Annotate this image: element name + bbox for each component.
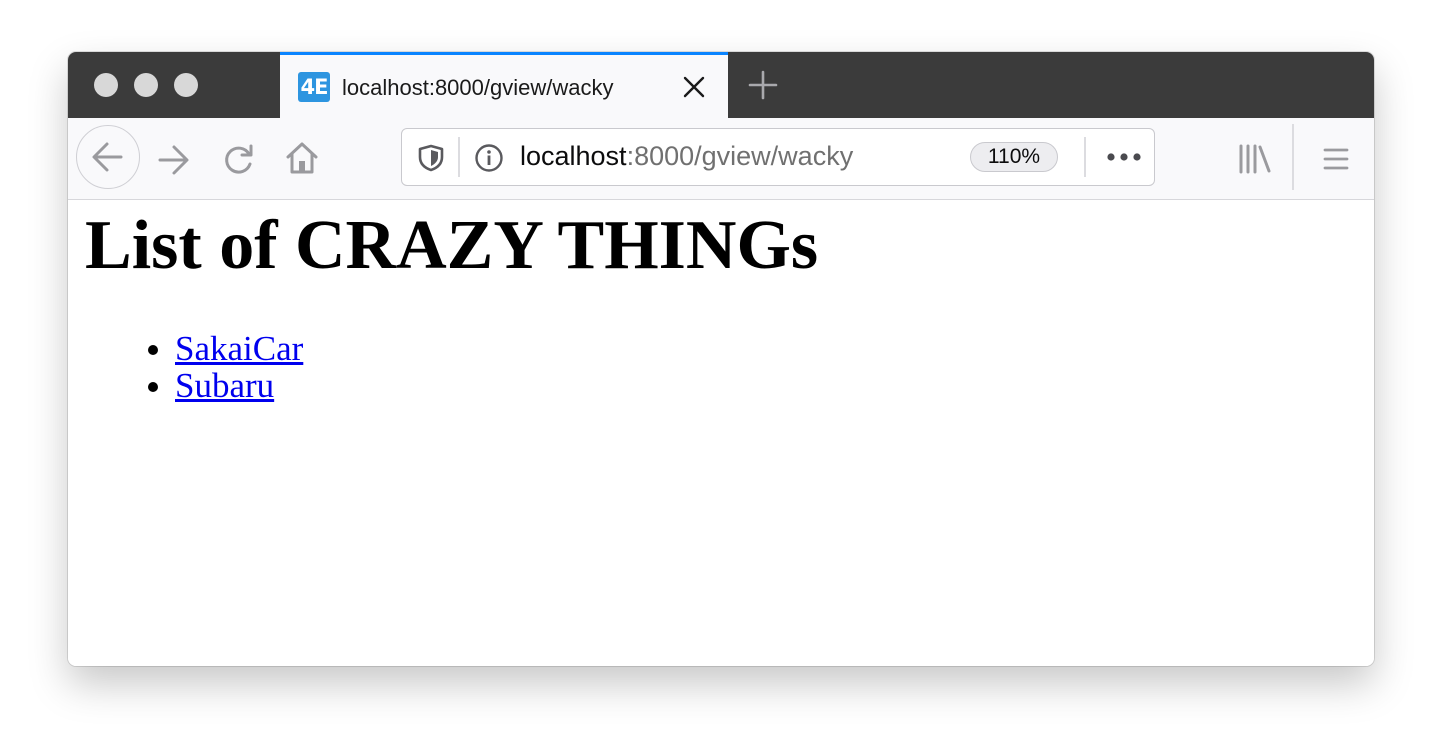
more-dots-icon[interactable] bbox=[1106, 152, 1142, 162]
tab-active[interactable]: 4E localhost:8000/gview/wacky bbox=[280, 52, 728, 118]
sakaicar-link[interactable]: SakaiCar bbox=[175, 329, 303, 368]
url-text[interactable]: localhost:8000/gview/wacky bbox=[520, 141, 853, 172]
tab-title: localhost:8000/gview/wacky bbox=[342, 75, 614, 100]
reload-icon[interactable] bbox=[222, 142, 256, 176]
nav-toolbar: localhost:8000/gview/wacky 110% bbox=[68, 118, 1374, 200]
address-bar[interactable]: localhost:8000/gview/wacky 110% bbox=[401, 128, 1155, 186]
back-button[interactable] bbox=[76, 125, 140, 189]
page-content: List of CRAZY THINGs SakaiCar Subaru bbox=[68, 200, 1374, 666]
hamburger-menu-icon[interactable] bbox=[1323, 146, 1349, 172]
browser-window: 4E localhost:8000/gview/wacky localhost:… bbox=[68, 52, 1374, 666]
zoom-reset-button[interactable]: 110% bbox=[970, 142, 1058, 172]
plus-icon[interactable] bbox=[748, 70, 778, 100]
url-host: localhost bbox=[520, 141, 627, 171]
site-info-icon[interactable] bbox=[474, 143, 504, 173]
list-item: Subaru bbox=[175, 367, 303, 404]
forward-arrow-icon[interactable] bbox=[156, 142, 192, 178]
tracking-protection-shield-icon[interactable] bbox=[418, 144, 444, 172]
toolbar-separator bbox=[1292, 124, 1294, 190]
url-path: :8000/gview/wacky bbox=[626, 141, 854, 171]
library-icon[interactable] bbox=[1238, 144, 1272, 174]
crazy-things-list: SakaiCar Subaru bbox=[108, 330, 303, 404]
home-icon[interactable] bbox=[284, 140, 320, 176]
minimize-window-button[interactable] bbox=[134, 73, 158, 97]
tab-strip: 4E localhost:8000/gview/wacky bbox=[68, 52, 1374, 118]
address-separator bbox=[1084, 137, 1086, 177]
back-arrow-icon bbox=[92, 142, 123, 172]
zoom-window-button[interactable] bbox=[174, 73, 198, 97]
subaru-link[interactable]: Subaru bbox=[175, 366, 274, 405]
close-icon[interactable] bbox=[682, 75, 706, 99]
page-title: List of CRAZY THINGs bbox=[85, 207, 819, 284]
tab-favicon: 4E bbox=[298, 72, 330, 102]
list-item: SakaiCar bbox=[175, 330, 303, 367]
close-window-button[interactable] bbox=[94, 73, 118, 97]
address-separator bbox=[458, 137, 460, 177]
